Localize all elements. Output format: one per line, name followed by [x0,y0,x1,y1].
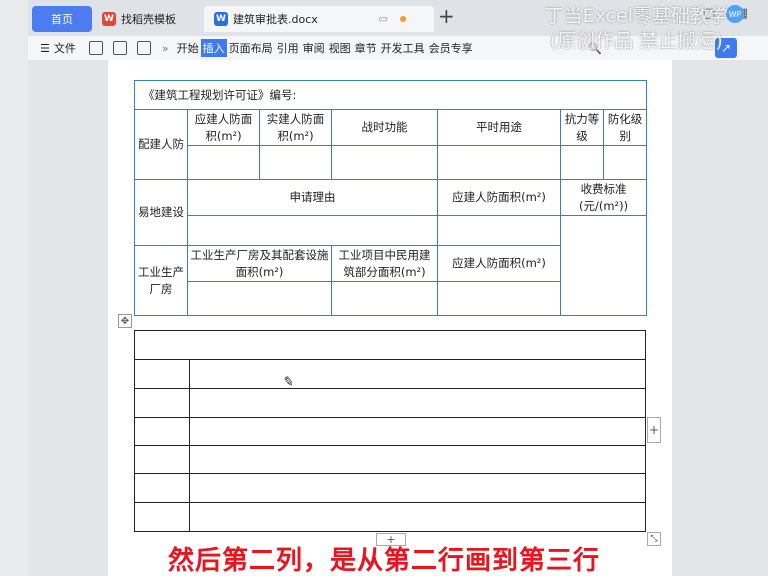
row-header-offsite-build[interactable]: 易地建设 [134,179,188,246]
drawn-table[interactable]: ✎ [134,330,646,532]
ribbon-tab-member[interactable]: 会员专享 [427,40,475,56]
col-resistance-level[interactable]: 抗力等级 [560,109,604,146]
table-row-line [135,359,645,360]
permit-number-label[interactable]: 《建筑工程规划许可证》编号: [133,80,648,110]
document-workarea: 《建筑工程规划许可证》编号: 配建人防 应建人防面积(m²) 实建人防面积(m²… [28,60,768,576]
col-required-area-3[interactable]: 应建人防面积(m²) [437,245,561,282]
table-cell[interactable] [331,145,438,180]
table-move-handle[interactable]: ✥ [118,314,132,328]
monitor-icon[interactable]: ▭ [379,14,388,25]
unsaved-dot-icon [400,16,406,22]
table-row-line [135,445,645,446]
add-column-button[interactable]: + [647,417,661,443]
table-cell[interactable] [187,215,438,246]
hamburger-icon: ☰ [40,42,50,55]
more-chevron-icon[interactable]: » [162,42,169,55]
ribbon-tab-insert[interactable]: 插入 [200,39,227,57]
search-icon[interactable]: 🔍 [588,42,602,55]
table-cell[interactable] [437,145,561,180]
col-required-area-2[interactable]: 应建人防面积(m²) [437,179,561,216]
table-row-line [135,388,645,389]
table-cell[interactable] [560,145,604,180]
col-peacetime-use[interactable]: 平时用途 [437,109,561,146]
col-wartime-function[interactable]: 战时功能 [331,109,438,146]
row-header-industrial[interactable]: 工业生产厂房 [134,245,188,316]
table-cell[interactable] [559,215,648,316]
table-row-line [135,417,645,418]
video-subtitle: 然后第二列，是从第二行画到第三行 [167,546,600,576]
table-cell[interactable] [187,281,332,316]
col-application-reason[interactable]: 申请理由 [187,179,438,216]
screen: 首页 W 找稻壳模板 W 建筑审批表.docx ▭ + ▢ ▦ WP ☰ 文件 »… [0,0,768,576]
ribbon-menu: ☰ 文件 » 开始 插入 页面布局 引用 审阅 视图 章节 开发工具 会员专享 🔍… [28,36,768,60]
table-cell[interactable] [437,215,561,246]
table-column-line [189,359,190,531]
permit-table: 《建筑工程规划许可证》编号: 配建人防 应建人防面积(m²) 实建人防面积(m²… [133,80,648,316]
document-page[interactable]: 《建筑工程规划许可证》编号: 配建人防 应建人防面积(m²) 实建人防面积(m²… [108,60,672,576]
docer-logo-icon: W [102,12,116,26]
table-cell[interactable] [602,145,648,180]
col-civil-area[interactable]: 工业项目中民用建筑部分面积(m²) [331,245,438,282]
ribbon-tab-review[interactable]: 审阅 [301,40,327,56]
tab-document-label: 建筑审批表.docx [233,13,318,26]
share-icon[interactable]: ↗ [715,38,737,58]
table-cell[interactable] [437,281,561,316]
table-row-line [135,473,645,474]
ribbon-tab-start[interactable]: 开始 [175,40,201,56]
file-menu[interactable]: ☰ 文件 [28,40,84,56]
col-fee-standard[interactable]: 收费标准(元/(m²)) [559,179,648,216]
file-menu-label: 文件 [53,42,76,55]
tab-home[interactable]: 首页 [32,6,92,32]
ribbon-tab-section[interactable]: 章节 [353,40,379,56]
save-icon[interactable] [88,41,103,55]
table-row-line [135,502,645,503]
tab-bar: 首页 W 找稻壳模板 W 建筑审批表.docx ▭ + ▢ ▦ WP [28,0,768,36]
ribbon-tab-references[interactable]: 引用 [275,40,301,56]
tab-home-label: 首页 [51,13,73,26]
col-required-area[interactable]: 应建人防面积(m²) [187,109,260,146]
col-industrial-area[interactable]: 工业生产厂房及其配套设施面积(m²) [187,245,332,282]
ribbon-tab-developer[interactable]: 开发工具 [379,40,427,56]
row-header-civil-defense[interactable]: 配建人防 [134,109,188,180]
new-tab-button[interactable]: + [438,4,455,28]
col-antichem-level[interactable]: 防化级别 [602,109,648,146]
word-doc-icon: W [214,12,228,26]
ribbon-tab-layout[interactable]: 页面布局 [227,40,275,56]
tab-document[interactable]: W 建筑审批表.docx ▭ [204,6,434,32]
table-cell[interactable] [187,145,260,180]
avatar[interactable]: WP [726,5,744,23]
ribbon-tab-view[interactable]: 视图 [327,40,353,56]
export-icon[interactable] [112,41,127,55]
table-cell[interactable] [259,145,332,180]
table-cell[interactable] [331,281,438,316]
print-icon[interactable] [136,41,151,55]
tab-template-label: 找稻壳模板 [121,13,176,26]
tab-template[interactable]: W 找稻壳模板 [96,6,196,32]
col-actual-area[interactable]: 实建人防面积(m²) [259,109,332,146]
